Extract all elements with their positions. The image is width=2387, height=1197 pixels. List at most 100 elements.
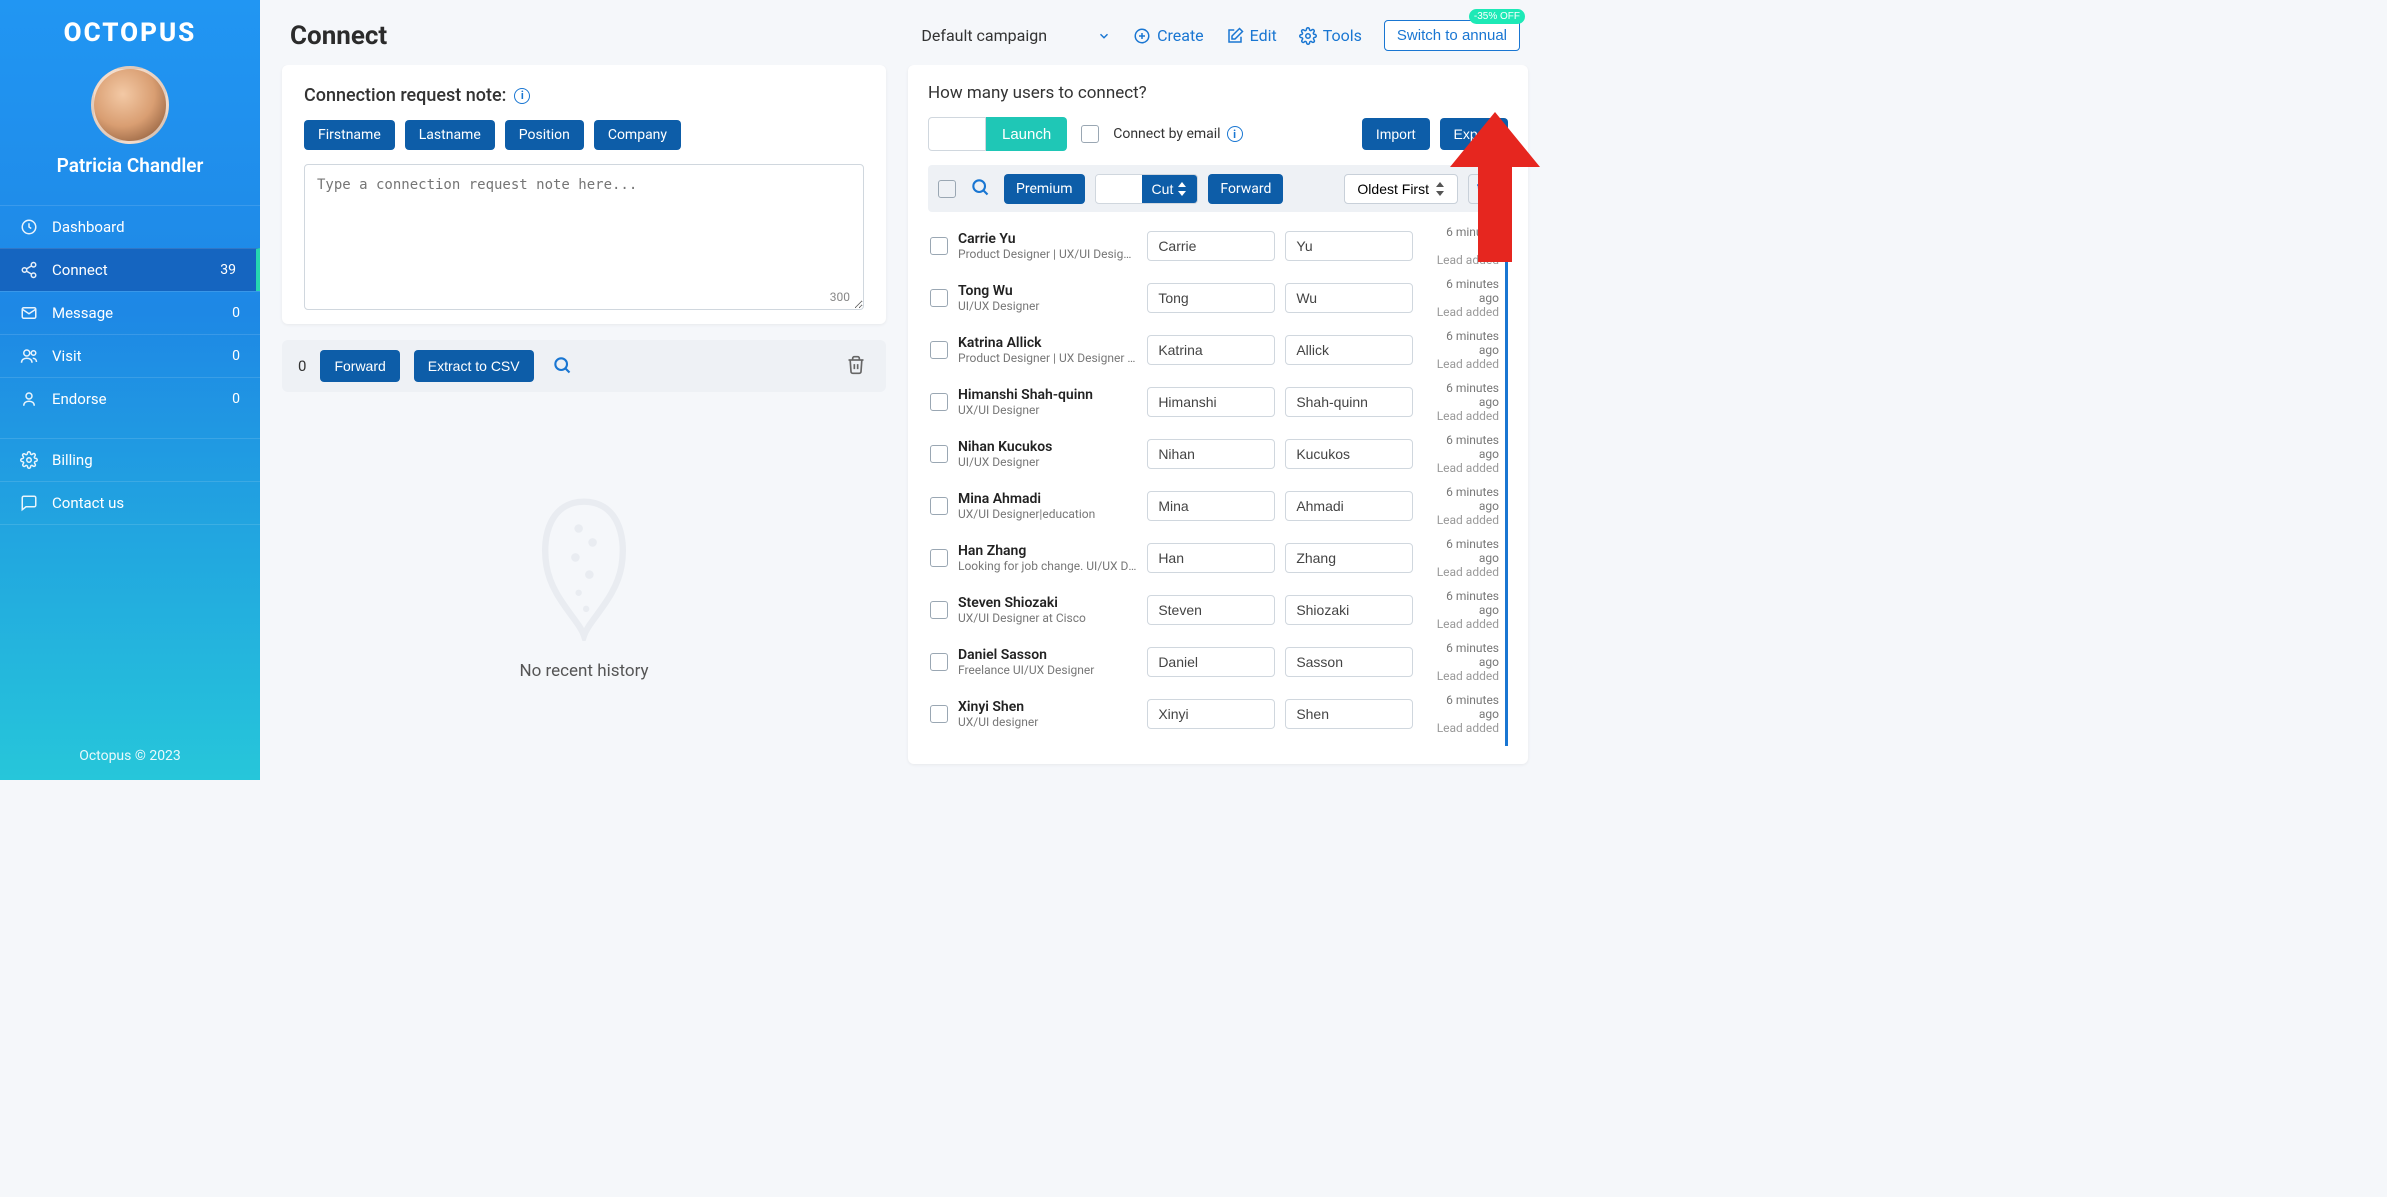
extract-csv-button[interactable]: Extract to CSV — [414, 350, 534, 382]
lead-firstname-input[interactable] — [1147, 543, 1275, 573]
lead-firstname-input[interactable] — [1147, 283, 1275, 313]
info-icon[interactable]: i — [514, 88, 530, 104]
lead-checkbox[interactable] — [930, 705, 948, 723]
lead-status: Lead added — [1423, 617, 1499, 631]
lead-time: 6 minutes ago — [1423, 745, 1499, 746]
switch-annual-button[interactable]: -35% OFF Switch to annual — [1384, 20, 1520, 51]
sidebar-item-message[interactable]: Message 0 — [0, 291, 260, 334]
tentacle-icon — [529, 491, 639, 641]
lead-lastname-input[interactable] — [1285, 387, 1413, 417]
lead-lastname-input[interactable] — [1285, 231, 1413, 261]
lead-time: 6 minutes ago — [1423, 381, 1499, 409]
billing-icon — [20, 451, 38, 469]
lead-time: 6 minutes ago — [1423, 589, 1499, 617]
lead-status: Lead added — [1423, 669, 1499, 683]
lead-firstname-input[interactable] — [1147, 699, 1275, 729]
chip-company[interactable]: Company — [594, 120, 681, 150]
lead-row: Steven Shiozaki UX/UI Designer at Cisco … — [928, 584, 1501, 636]
nav-label: Billing — [52, 451, 240, 469]
lead-row: Tong Wu UI/UX Designer 6 minutes ago Lea… — [928, 272, 1501, 324]
lead-firstname-input[interactable] — [1147, 439, 1275, 469]
lead-firstname-input[interactable] — [1147, 387, 1275, 417]
create-button[interactable]: Create — [1133, 26, 1204, 45]
chip-lastname[interactable]: Lastname — [405, 120, 495, 150]
lead-checkbox[interactable] — [930, 289, 948, 307]
edit-icon — [1226, 27, 1244, 45]
lead-firstname-input[interactable] — [1147, 647, 1275, 677]
lead-lastname-input[interactable] — [1285, 699, 1413, 729]
cut-label: Cut — [1152, 181, 1174, 197]
forward-filter[interactable]: Forward — [1208, 174, 1283, 204]
lead-row: Carrie Yu Product Designer | UX/UI Desig… — [928, 220, 1501, 272]
sidebar-item-dashboard[interactable]: Dashboard — [0, 205, 260, 248]
lead-row: Han Zhang Looking for job change. UI/UX … — [928, 532, 1501, 584]
launch-button[interactable]: Launch — [986, 117, 1067, 151]
cut-button[interactable]: Cut — [1142, 175, 1198, 203]
cut-input[interactable] — [1096, 175, 1142, 202]
lead-status: Lead added — [1423, 409, 1499, 423]
history-count: 0 — [298, 357, 306, 375]
sidebar-item-visit[interactable]: Visit 0 — [0, 334, 260, 377]
filter-search-button[interactable] — [966, 173, 994, 204]
nav-label: Visit — [52, 347, 232, 365]
premium-filter[interactable]: Premium — [1004, 174, 1085, 204]
delete-history-button[interactable] — [842, 351, 870, 382]
lead-lastname-input[interactable] — [1285, 491, 1413, 521]
lead-lastname-input[interactable] — [1285, 335, 1413, 365]
lead-lastname-input[interactable] — [1285, 439, 1413, 469]
chip-firstname[interactable]: Firstname — [304, 120, 395, 150]
lead-status: Lead added — [1423, 461, 1499, 475]
lead-firstname-input[interactable] — [1147, 491, 1275, 521]
sidebar-item-endorse[interactable]: Endorse 0 — [0, 377, 260, 420]
campaign-dropdown[interactable]: Default campaign — [921, 26, 1111, 45]
avatar[interactable] — [91, 66, 169, 144]
info-icon[interactable]: i — [1227, 126, 1243, 142]
lead-checkbox[interactable] — [930, 445, 948, 463]
sort-button[interactable]: Oldest First — [1344, 174, 1458, 204]
lead-lastname-input[interactable] — [1285, 647, 1413, 677]
note-textarea[interactable] — [304, 164, 864, 310]
lead-firstname-input[interactable] — [1147, 335, 1275, 365]
email-checkbox-label: Connect by email — [1113, 126, 1220, 142]
import-button[interactable]: Import — [1362, 118, 1430, 150]
chip-position[interactable]: Position — [505, 120, 584, 150]
user-count-input[interactable] — [928, 117, 986, 151]
export-button[interactable]: Export — [1440, 118, 1508, 150]
email-checkbox[interactable] — [1081, 125, 1099, 143]
lead-checkbox[interactable] — [930, 549, 948, 567]
lead-lastname-input[interactable] — [1285, 543, 1413, 573]
lead-status: Lead added — [1423, 565, 1499, 579]
lead-name: Han Zhang — [958, 543, 1137, 559]
nav-count: 39 — [220, 262, 236, 278]
sidebar-item-billing[interactable]: Billing — [0, 438, 260, 481]
lead-name: Tong Wu — [958, 283, 1137, 299]
lead-time: 6 minutes ago — [1423, 537, 1499, 565]
lead-lastname-input[interactable] — [1285, 283, 1413, 313]
field-chips: Firstname Lastname Position Company — [304, 120, 864, 150]
visit-icon — [20, 347, 38, 365]
empty-text: No recent history — [519, 661, 648, 681]
sidebar-item-connect[interactable]: Connect 39 — [0, 248, 260, 291]
lead-firstname-input[interactable] — [1147, 595, 1275, 625]
lead-name: Carrie Yu — [958, 231, 1137, 247]
lead-checkbox[interactable] — [930, 601, 948, 619]
edit-button[interactable]: Edit — [1226, 26, 1277, 45]
forward-button[interactable]: Forward — [320, 350, 399, 382]
nav-count: 0 — [232, 305, 240, 321]
lead-lastname-input[interactable] — [1285, 595, 1413, 625]
connect-heading: How many users to connect? — [928, 83, 1508, 103]
search-button[interactable] — [548, 351, 576, 382]
select-all-checkbox[interactable] — [938, 180, 956, 198]
lead-checkbox[interactable] — [930, 653, 948, 671]
lead-firstname-input[interactable] — [1147, 231, 1275, 261]
lead-checkbox[interactable] — [930, 237, 948, 255]
plus-circle-icon — [1133, 27, 1151, 45]
delete-leads-button[interactable] — [1468, 174, 1498, 204]
lead-checkbox[interactable] — [930, 497, 948, 515]
sidebar-item-contact-us[interactable]: Contact us — [0, 481, 260, 525]
lead-checkbox[interactable] — [930, 341, 948, 359]
lead-checkbox[interactable] — [930, 393, 948, 411]
tools-button[interactable]: Tools — [1299, 26, 1362, 45]
empty-history: No recent history — [282, 408, 886, 764]
filter-bar: Premium Cut Forward Oldest First — [928, 165, 1508, 212]
